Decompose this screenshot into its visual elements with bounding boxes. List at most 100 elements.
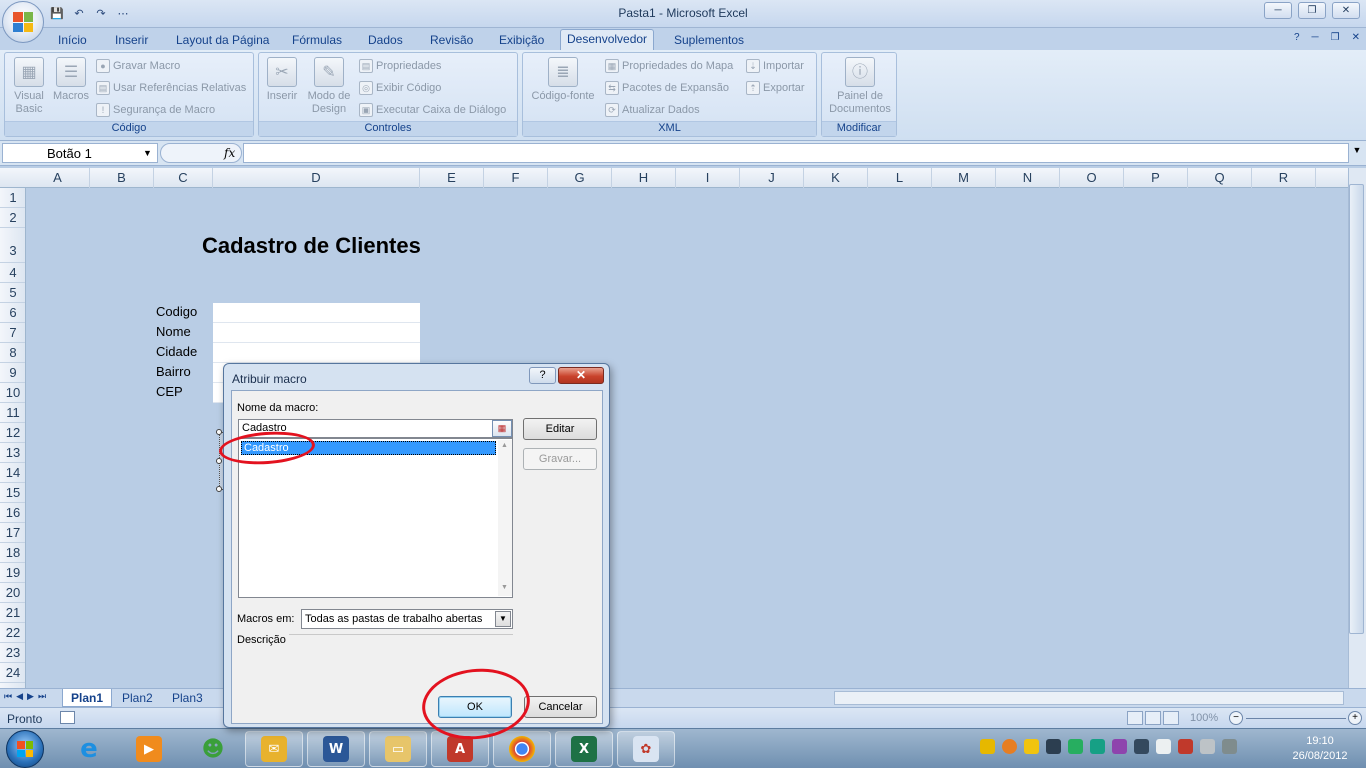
- minimize-button[interactable]: ─: [1264, 2, 1292, 19]
- tab-revisao[interactable]: Revisão: [424, 31, 479, 50]
- tab-inicio[interactable]: Início: [52, 31, 93, 50]
- scroll-up-icon[interactable]: ▲: [501, 442, 508, 449]
- row-header[interactable]: 12: [0, 423, 25, 443]
- propriedades-button[interactable]: ▤ Propriedades: [359, 57, 441, 75]
- modo-design-button[interactable]: ✎ Modo de Design: [303, 57, 355, 116]
- taskbar-messenger[interactable]: ☻: [184, 731, 242, 767]
- sheet-tab-plan3[interactable]: Plan3: [164, 689, 211, 707]
- exibir-codigo-button[interactable]: ◎ Exibir Código: [359, 79, 441, 97]
- taskbar-word[interactable]: W: [307, 731, 365, 767]
- name-box[interactable]: Botão 1: [2, 143, 158, 163]
- row-header[interactable]: 18: [0, 543, 25, 563]
- column-header[interactable]: I: [676, 168, 740, 188]
- row-header[interactable]: 5: [0, 283, 25, 303]
- row-header[interactable]: 19: [0, 563, 25, 583]
- propriedades-mapa-button[interactable]: ▦ Propriedades do Mapa: [605, 57, 733, 75]
- tray-app-icon[interactable]: [1002, 739, 1017, 754]
- name-box-dropdown-icon[interactable]: ▼: [143, 148, 152, 158]
- row-header[interactable]: 17: [0, 523, 25, 543]
- row-header[interactable]: 22: [0, 623, 25, 643]
- edit-button[interactable]: Editar: [523, 418, 597, 440]
- row-header[interactable]: 1: [0, 188, 25, 208]
- codigo-fonte-button[interactable]: ≣ Código-fonte: [527, 57, 599, 103]
- action-center-icon[interactable]: [1156, 739, 1171, 754]
- row-header[interactable]: 9: [0, 363, 25, 383]
- column-header[interactable]: B: [90, 168, 154, 188]
- row-header[interactable]: 11: [0, 403, 25, 423]
- workbook-restore-button[interactable]: ❐: [1331, 32, 1340, 43]
- tray-app-icon[interactable]: [1112, 739, 1127, 754]
- scroll-down-icon[interactable]: ▼: [501, 584, 508, 591]
- zoom-slider[interactable]: [1246, 718, 1346, 719]
- tray-app-icon[interactable]: [1090, 739, 1105, 754]
- tray-app-icon[interactable]: [1024, 739, 1039, 754]
- field-cell-nome[interactable]: [213, 323, 420, 343]
- macros-button[interactable]: ☰ Macros: [51, 57, 91, 103]
- taskbar-media-player[interactable]: ▶: [120, 731, 178, 767]
- volume-icon[interactable]: [1200, 739, 1215, 754]
- tab-suplementos[interactable]: Suplementos: [668, 31, 750, 50]
- office-button[interactable]: [2, 1, 44, 43]
- taskbar-excel[interactable]: X: [555, 731, 613, 767]
- column-header[interactable]: R: [1252, 168, 1316, 188]
- tab-dados[interactable]: Dados: [362, 31, 409, 50]
- tab-layout-pagina[interactable]: Layout da Página: [170, 31, 275, 50]
- column-header[interactable]: D: [213, 168, 420, 188]
- resize-handle[interactable]: [216, 486, 222, 492]
- workbook-close-button[interactable]: ✕: [1352, 32, 1360, 43]
- atualizar-dados-button[interactable]: ⟳ Atualizar Dados: [605, 101, 700, 119]
- restore-button[interactable]: ❐: [1298, 2, 1326, 19]
- painel-documentos-button[interactable]: ⓘ Painel de Documentos: [824, 57, 896, 116]
- inserir-control-button[interactable]: ✂ Inserir: [263, 57, 301, 103]
- record-macro-status-icon[interactable]: [60, 711, 75, 724]
- row-header[interactable]: 13: [0, 443, 25, 463]
- cancel-button[interactable]: Cancelar: [524, 696, 597, 718]
- row-header[interactable]: 20: [0, 583, 25, 603]
- first-sheet-icon[interactable]: ⏮: [4, 691, 12, 702]
- column-header[interactable]: F: [484, 168, 548, 188]
- importar-button[interactable]: ⇣ Importar: [746, 57, 804, 75]
- field-cell-codigo[interactable]: [213, 303, 420, 323]
- exportar-button[interactable]: ⇡ Exportar: [746, 79, 805, 97]
- visual-basic-button[interactable]: ▦ Visual Basic: [9, 57, 49, 116]
- next-sheet-icon[interactable]: ▶: [27, 691, 34, 702]
- column-header[interactable]: C: [154, 168, 213, 188]
- record-button[interactable]: Gravar...: [523, 448, 597, 470]
- workbook-minimize-button[interactable]: ─: [1312, 32, 1319, 43]
- executar-caixa-button[interactable]: ▣ Executar Caixa de Diálogo: [359, 101, 506, 119]
- seguranca-macro-button[interactable]: ! Segurança de Macro: [96, 101, 215, 119]
- last-sheet-icon[interactable]: ⏭: [38, 691, 46, 702]
- row-header[interactable]: 21: [0, 603, 25, 623]
- column-header[interactable]: K: [804, 168, 868, 188]
- tray-app-icon[interactable]: [980, 739, 995, 754]
- column-header[interactable]: G: [548, 168, 612, 188]
- chevron-down-icon[interactable]: ▼: [495, 611, 511, 627]
- column-header[interactable]: A: [26, 168, 90, 188]
- column-header[interactable]: H: [612, 168, 676, 188]
- field-cell-cidade[interactable]: [213, 343, 420, 363]
- taskbar-explorer[interactable]: ▭: [369, 731, 427, 767]
- column-header[interactable]: E: [420, 168, 484, 188]
- help-icon[interactable]: ?: [1294, 32, 1300, 43]
- column-header[interactable]: J: [740, 168, 804, 188]
- row-header[interactable]: 23: [0, 643, 25, 663]
- column-header[interactable]: L: [868, 168, 932, 188]
- row-header[interactable]: 14: [0, 463, 25, 483]
- tray-app-icon[interactable]: [1068, 739, 1083, 754]
- page-layout-view-button[interactable]: [1145, 711, 1161, 725]
- insert-function-icon[interactable]: fx: [224, 146, 235, 160]
- sheet-tab-plan2[interactable]: Plan2: [114, 689, 161, 707]
- tab-exibicao[interactable]: Exibição: [493, 31, 550, 50]
- tab-inserir[interactable]: Inserir: [109, 31, 154, 50]
- vertical-scroll-thumb[interactable]: [1349, 184, 1364, 634]
- row-header[interactable]: 3: [0, 228, 25, 263]
- signal-icon[interactable]: [1222, 739, 1237, 754]
- macros-in-select[interactable]: Todas as pastas de trabalho abertas ▼: [301, 609, 513, 629]
- row-header[interactable]: 2: [0, 208, 25, 228]
- pacotes-expansao-button[interactable]: ⇆ Pacotes de Expansão: [605, 79, 729, 97]
- zoom-level[interactable]: 100%: [1190, 712, 1218, 724]
- resize-handle[interactable]: [216, 458, 222, 464]
- list-scrollbar[interactable]: ▲ ▼: [498, 440, 512, 596]
- sheet-tab-plan1[interactable]: Plan1: [62, 689, 113, 707]
- tab-formulas[interactable]: Fórmulas: [286, 31, 348, 50]
